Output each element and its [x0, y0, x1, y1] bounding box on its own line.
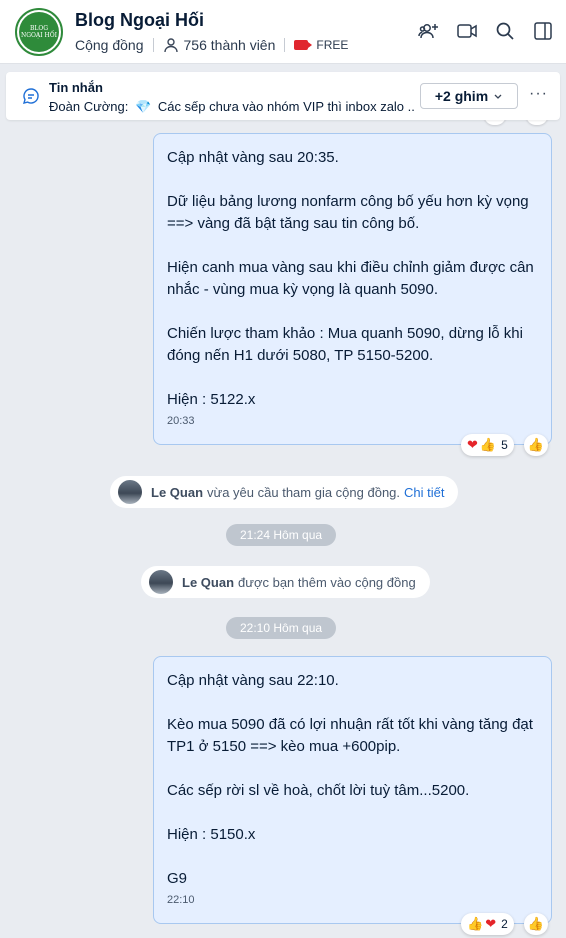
message-line	[167, 846, 539, 868]
group-title[interactable]: Blog Ngoại Hối	[75, 10, 204, 31]
time-divider: 21:24 Hôm qua	[226, 524, 337, 546]
sidebar-toggle-icon[interactable]	[532, 20, 554, 42]
message-time: 22:10	[167, 894, 195, 906]
system-notice: Le Quan vừa yêu cầu tham gia cộng đồng. …	[110, 476, 459, 508]
group-logo: BLOG NGOẠI HỐI	[19, 12, 59, 52]
community-label: Cộng đồng	[75, 37, 144, 53]
notice-text: vừa yêu cầu tham gia cộng đồng.	[207, 484, 401, 500]
member-count[interactable]: 756 thành viên	[184, 37, 276, 53]
add-member-icon[interactable]	[418, 20, 440, 42]
message-line: đóng nến H1 dưới 5080, TP 5150-5200.	[167, 347, 434, 364]
message-text: Cập nhật vàng sau 20:35. Dữ liệu bảng lươ…	[167, 147, 539, 411]
react-button[interactable]: 👍	[524, 434, 548, 456]
chevron-down-icon	[494, 94, 502, 99]
avatar[interactable]	[149, 570, 173, 594]
thumbs-up-icon: 👍	[479, 437, 497, 452]
system-notice: Le Quan được bạn thêm vào cộng đồng	[141, 566, 430, 598]
video-call-icon[interactable]	[456, 20, 478, 42]
pinned-message-bar[interactable]: Tin nhắn Đoàn Cường: 💎 Các sếp chưa vào …	[6, 72, 560, 120]
message-line: Các sếp rời sl về hoà, chốt lời tuỳ tâm.…	[167, 782, 470, 799]
pinned-sender: Đoàn Cường:	[49, 99, 129, 114]
notice-text: được bạn thêm vào cộng đồng	[238, 574, 416, 590]
group-subtitle: Cộng đồng 756 thành viên FREE	[75, 37, 348, 53]
logo-text-bottom: NGOẠI HỐI	[20, 32, 58, 39]
search-icon[interactable]	[494, 20, 516, 42]
message-line: Cập nhật vàng sau 20:35.	[167, 149, 339, 166]
message-line	[167, 758, 539, 780]
chat-bubble-icon	[22, 88, 39, 104]
details-link[interactable]: Chi tiết	[404, 485, 444, 500]
thumbs-up-icon: 👍	[527, 916, 545, 931]
message-line	[167, 367, 539, 389]
message-line: nhắc - vùng mua kỳ vọng là quanh 5090.	[167, 281, 439, 298]
tag-icon	[294, 40, 313, 50]
react-button[interactable]: 👍	[524, 913, 548, 935]
message-line: Hiện canh mua vàng sau khi điều chỉnh gi…	[167, 259, 534, 276]
message-line	[167, 802, 539, 824]
message-line: Hiện : 5150.x	[167, 826, 256, 843]
message-bubble[interactable]: Cập nhật vàng sau 20:35. Dữ liệu bảng lươ…	[153, 133, 552, 445]
message-line: TP1 ở 5150 ==> kèo mua +600pip.	[167, 738, 401, 755]
divider	[152, 38, 154, 52]
notice-user[interactable]: Le Quan	[151, 485, 203, 500]
reaction-count: 2	[501, 917, 508, 931]
pinned-title: Tin nhắn	[49, 80, 103, 95]
group-avatar[interactable]: BLOG NGOẠI HỐI	[15, 8, 63, 56]
divider	[284, 38, 286, 52]
heart-icon: ❤	[485, 916, 497, 931]
pinned-text: Các sếp chưa vào nhóm VIP thì inbox zalo…	[157, 99, 414, 114]
avatar[interactable]	[118, 480, 142, 504]
message-line: Dữ liệu bảng lương nonfarm công bố yếu h…	[167, 193, 529, 210]
pinned-message: Đoàn Cường: 💎 Các sếp chưa vào nhóm VIP …	[49, 99, 414, 115]
message-line: Hiện : 5122.x	[167, 391, 256, 408]
notice-user[interactable]: Le Quan	[182, 575, 234, 590]
more-options-icon[interactable]: ···	[529, 85, 548, 103]
logo-text-top: BLOG	[29, 25, 49, 32]
header-actions	[418, 20, 554, 42]
chat-header: BLOG NGOẠI HỐI Blog Ngoại Hối Cộng đồng …	[0, 0, 566, 64]
message-line: Kèo mua 5090 đã có lợi nhuận rất tốt khi…	[167, 716, 533, 733]
time-divider: 22:10 Hôm qua	[226, 617, 337, 639]
message-time: 20:33	[167, 415, 195, 427]
pin-count-label: +2 ghim	[434, 88, 489, 104]
message-line	[167, 235, 539, 257]
reaction-count: 5	[501, 438, 508, 452]
message-line	[167, 169, 539, 191]
message-bubble[interactable]: Cập nhật vàng sau 22:10. Kèo mua 5090 đã …	[153, 656, 552, 924]
thumbs-up-icon: 👍	[467, 916, 484, 931]
message-line: ==> vàng đã bật tăng sau tin công bố.	[167, 215, 420, 232]
reaction-summary[interactable]: 👍 ❤ 2	[461, 913, 514, 935]
diamond-icon: 💎	[135, 99, 152, 114]
message-text: Cập nhật vàng sau 22:10. Kèo mua 5090 đã …	[167, 670, 539, 890]
message-line: Chiến lược tham khảo : Mua quanh 5090, d…	[167, 325, 523, 342]
heart-icon: ❤	[467, 437, 478, 452]
message-line: G9	[167, 870, 188, 887]
message-line	[167, 692, 539, 714]
message-line: Cập nhật vàng sau 22:10.	[167, 672, 339, 689]
thumbs-up-icon: 👍	[527, 437, 545, 452]
message-line	[167, 301, 539, 323]
pin-count-button[interactable]: +2 ghim	[420, 83, 518, 109]
reaction-summary[interactable]: ❤ 👍 5	[461, 434, 514, 456]
plan-badge: FREE	[316, 38, 349, 52]
member-icon	[163, 38, 178, 53]
